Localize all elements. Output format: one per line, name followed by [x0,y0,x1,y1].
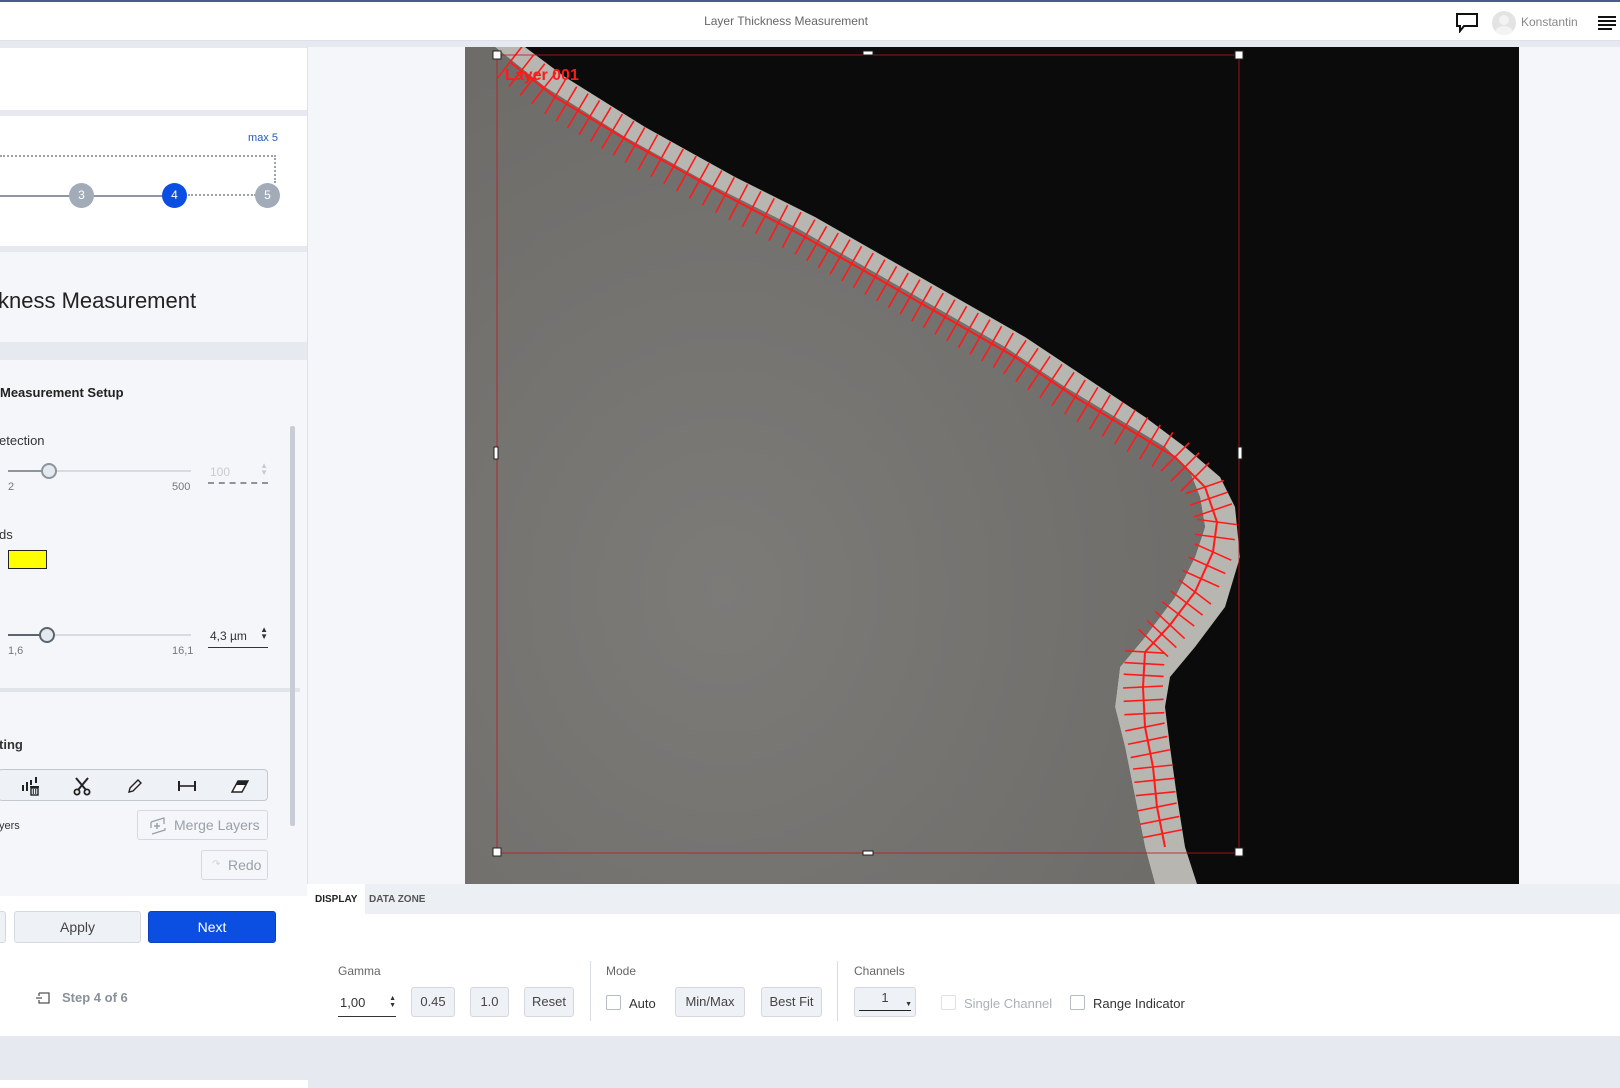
panel-top-card [0,48,308,110]
redo-button[interactable]: ↷ Redo [201,850,268,880]
layer-label: Layer 001 [505,67,579,84]
detection-max-label: 500 [172,481,191,493]
detection-value: 100 [210,465,231,479]
step-indicator-icon [36,992,50,1004]
channel-line [859,1010,911,1011]
thickness-max-label: 16,1 [172,645,194,657]
detection-slider-thumb[interactable] [41,463,57,479]
micrograph-image[interactable]: Layer 001 [465,47,1519,884]
apply-button[interactable]: Apply [14,911,141,943]
detection-value-field: 100 ▲ ▼ [208,462,268,484]
range-indicator-checkbox[interactable] [1070,995,1085,1010]
step-counter: Step 4 of 6 [62,990,128,1005]
avatar[interactable] [1492,11,1516,35]
roi-handle-br[interactable] [1234,847,1244,857]
dotted-guide [0,155,276,157]
merge-layers-button[interactable]: Merge Layers [137,810,268,840]
auto-checkbox[interactable] [606,995,621,1010]
roi-handle-right[interactable] [1237,446,1243,460]
thickness-min-label: 1,6 [8,645,24,657]
back-button[interactable] [0,911,6,943]
dotted-guide-right [274,155,276,183]
channels-label: Channels [854,964,905,978]
measure-distance-icon[interactable] [177,776,197,796]
next-button[interactable]: Next [148,911,276,943]
bounds-label: ds [0,527,13,542]
step-heading-card: kness Measurement [0,252,308,342]
step-progress: max 5 3 4 5 [0,116,308,246]
step-connector-pending [188,194,256,196]
step-heading: kness Measurement [0,288,197,313]
thickness-slider-thumb[interactable] [39,627,55,643]
spin-arrows-icon[interactable]: ▲ ▼ [389,995,396,1009]
roi-handle-bottom[interactable] [862,850,874,856]
roi-handle-top[interactable] [862,50,874,56]
roi-handle-tl[interactable] [492,50,502,60]
channels-select[interactable]: 1 ▼ [854,987,916,1017]
mode-label: Mode [606,964,637,978]
app-title: Layer Thickness Measurement [704,14,868,28]
redo-label: Redo [228,857,262,873]
auto-label: Auto [629,996,656,1011]
scissors-icon[interactable] [72,776,92,796]
top-bar: Layer Thickness Measurement Konstantin [0,0,1620,41]
pencil-icon[interactable] [125,776,145,796]
minmax-button[interactable]: Min/Max [675,987,745,1017]
step-node-3[interactable]: 3 [69,183,94,208]
menu-icon[interactable] [1598,16,1616,30]
detection-label: etection [0,433,45,448]
section-divider [0,688,300,692]
group-divider [590,961,591,1021]
detection-min-label: 2 [8,481,15,493]
roi-handle-bl[interactable] [492,847,502,857]
merge-layers-label: Merge Layers [174,817,260,833]
gamma-045-button[interactable]: 0.45 [411,987,455,1017]
step-node-5[interactable]: 5 [255,183,280,208]
left-panel: max 5 3 4 5 kness Measurement Measuremen… [0,48,310,1088]
step-node-4[interactable]: 4 [162,183,187,208]
layers-label: yers [0,820,20,832]
tab-data-zone[interactable]: DATA ZONE [361,884,433,914]
tab-display[interactable]: DISPLAY [307,884,366,914]
panel-scrollbar[interactable] [290,426,295,826]
chevron-down-icon: ▼ [905,1001,912,1008]
redo-icon: ↷ [212,859,221,870]
step-connector [0,195,72,197]
step-connector [92,195,164,197]
measurement-setup: Measurement Setup etection 2 500 100 ▲ ▼ … [0,360,308,960]
merge-layers-icon [150,817,166,835]
spin-arrows-icon[interactable]: ▲ ▼ [260,626,268,641]
gamma-value: 1,00 [340,995,366,1010]
delete-measurement-lines-icon[interactable] [21,776,41,796]
channels-value: 1 [881,990,889,1005]
bottom-tabs: DISPLAY DATA ZONE [307,884,1620,914]
eraser-icon[interactable] [230,776,250,796]
gamma-input[interactable]: 1,00 ▲ ▼ [338,987,396,1017]
single-channel-checkbox[interactable] [941,995,956,1010]
thickness-value: 4,3 µm [210,629,247,643]
single-channel-label: Single Channel [964,996,1053,1011]
max-steps-label: max 5 [248,132,278,144]
bounds-color-swatch[interactable] [8,550,47,569]
group-divider [837,961,838,1021]
user-name[interactable]: Konstantin [1521,15,1578,29]
gamma-label: Gamma [338,964,381,978]
editing-toolbar [0,769,268,801]
thickness-value-field[interactable]: 4,3 µm ▲ ▼ [208,626,268,648]
best-fit-button[interactable]: Best Fit [761,987,822,1017]
setup-title: Measurement Setup [0,385,124,400]
editing-label: ting [0,737,23,752]
spin-arrows-icon: ▲ ▼ [260,461,268,477]
range-indicator-label: Range Indicator [1093,996,1185,1011]
chat-icon[interactable] [1456,13,1478,33]
gamma-10-button[interactable]: 1.0 [470,987,509,1017]
display-settings-panel: Gamma 1,00 ▲ ▼ 0.45 1.0 Reset Mode Auto M… [307,914,1620,1036]
roi-handle-left[interactable] [493,446,499,460]
bottom-strip [0,1036,1620,1080]
micrograph-canvas: Layer 001 [465,47,1519,884]
gamma-reset-button[interactable]: Reset [524,987,574,1017]
roi-handle-tr[interactable] [1234,50,1244,60]
